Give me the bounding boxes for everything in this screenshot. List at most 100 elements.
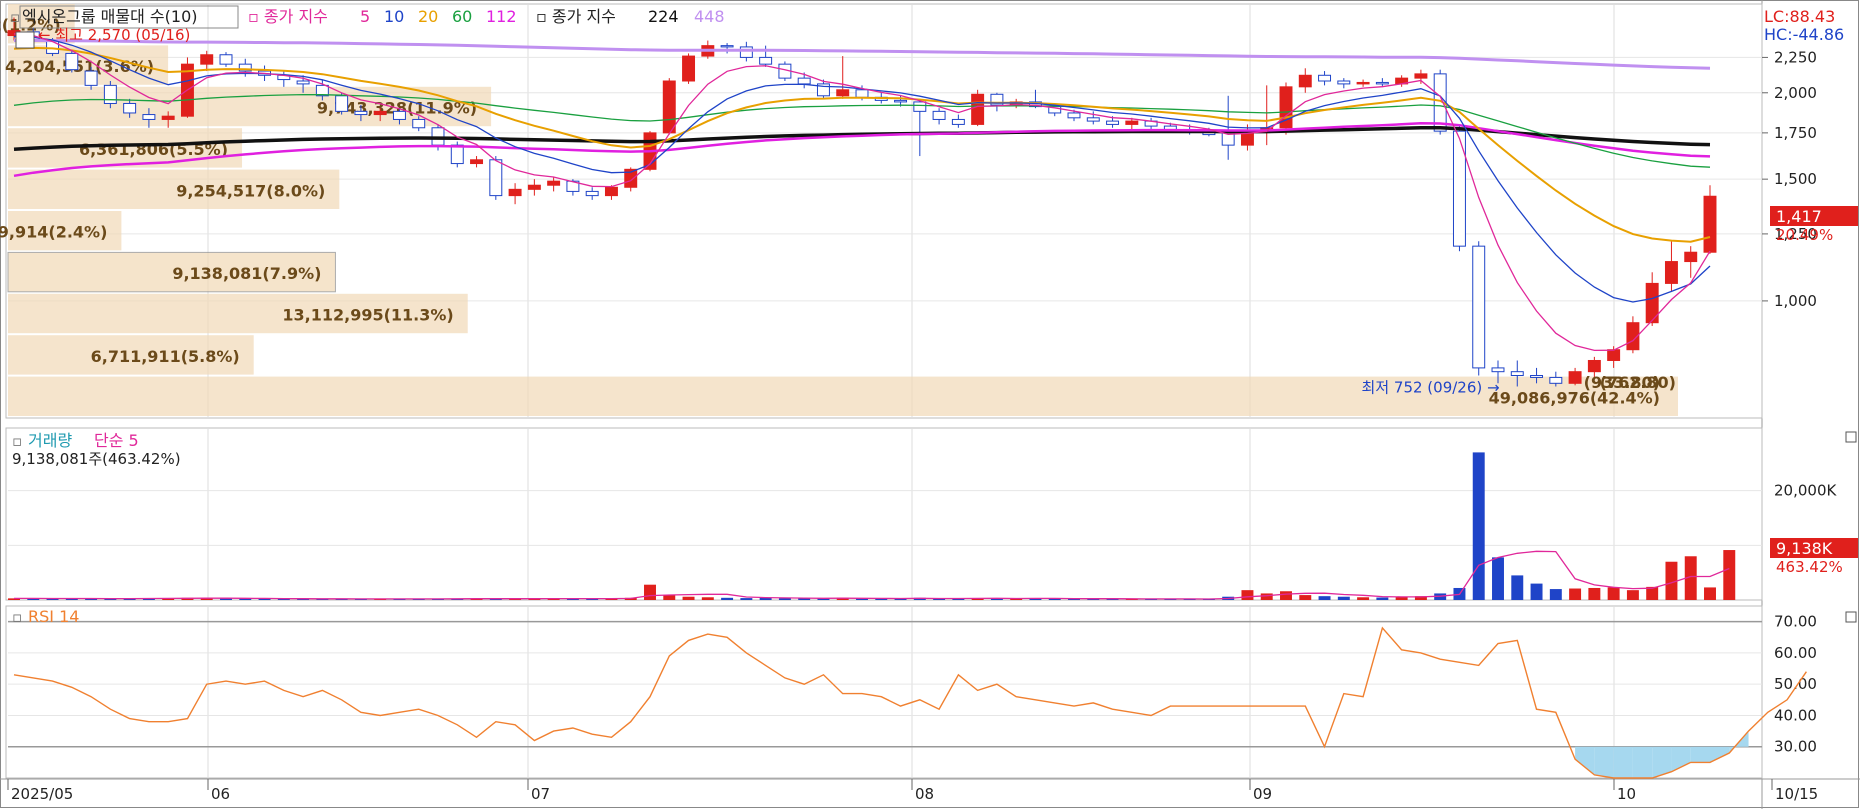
rsi-oversold-fill [1613, 746, 1633, 778]
volume-value: 9,138,081주(463.42%) [12, 450, 181, 468]
candle-body [1510, 371, 1524, 377]
candle-body [200, 54, 214, 65]
rsi-tick-label: 50.00 [1774, 675, 1817, 693]
candle-body [1298, 74, 1312, 88]
rsi-box-icon: ▫ [12, 608, 22, 626]
volume-profile-label: 13,112,995(11.3%) [282, 306, 453, 325]
candle-body [739, 46, 753, 58]
volume-bar [1588, 587, 1601, 600]
candle-body [489, 159, 503, 197]
volume-bar [1511, 575, 1524, 600]
rsi-oversold-fill [1632, 746, 1653, 778]
price-tick-label: 1,750 [1774, 124, 1817, 142]
x-tick-label: 07 [531, 785, 550, 803]
candle-body [508, 188, 522, 197]
candle-body [836, 89, 850, 97]
candle-body [1318, 74, 1332, 82]
x-tick-label: 10/15 [1775, 785, 1818, 803]
candle-body [1664, 261, 1678, 284]
hc-label: HC:-44.86 [1764, 25, 1844, 44]
current-pct: 20.49% [1776, 226, 1833, 244]
volume-bar [1723, 550, 1736, 600]
volume-pct: 463.42% [1776, 558, 1843, 576]
candle-body [354, 110, 368, 116]
volume-bar [1280, 591, 1292, 600]
rsi-tick-label: 30.00 [1774, 738, 1817, 756]
candle-body [470, 159, 484, 165]
price-tick-label: 1,000 [1774, 292, 1817, 310]
volume-title: 거래량 [28, 431, 72, 450]
pane-frame-0 [5, 3, 1763, 419]
rsi-tick-label: 40.00 [1774, 706, 1817, 724]
candle-body [1684, 251, 1698, 263]
candle-body [412, 118, 426, 129]
candle-body [84, 70, 98, 86]
volume-bar [1376, 597, 1389, 600]
volume-bar [1626, 590, 1639, 600]
calendar-icon[interactable] [15, 31, 35, 49]
volume-bar [1704, 587, 1716, 600]
volume-bar [1492, 557, 1504, 600]
rsi-oversold-fill [1671, 746, 1691, 772]
chart-window: 2025/05 06 07 08 09 10 10/15 2,250 2,000 1,750 1,5… [0, 0, 1860, 809]
rsi-title: RSI 14 [28, 607, 79, 626]
candle-body [913, 101, 927, 112]
ma-448-line [14, 39, 1711, 70]
ma-caption-2: ▫ 종가 지수 [536, 7, 616, 26]
candle-body [450, 144, 464, 165]
candle-body [527, 184, 541, 190]
candle-body [759, 56, 773, 65]
volume-bar [1607, 587, 1620, 600]
candle-body [65, 52, 79, 71]
candle-body [1067, 112, 1081, 119]
x-tick-label: 08 [915, 785, 934, 803]
volume-bar [740, 598, 753, 600]
header-title: 엑시온그룹 매물대 수(10) [22, 7, 198, 26]
ma-period-label: 448 [694, 7, 725, 26]
candle-body [373, 110, 387, 116]
volume-bar [1569, 588, 1582, 600]
candle-body [1375, 81, 1389, 85]
volume-bar [663, 595, 676, 600]
candle-body [219, 54, 233, 65]
candle-body [123, 102, 137, 114]
volume-profile-label: 6,711,911(5.8%) [91, 347, 240, 366]
volume-bar [1318, 596, 1331, 600]
x-tick-label: 09 [1253, 785, 1272, 803]
candle-body [1472, 245, 1486, 369]
ma-period-label: 112 [486, 7, 517, 26]
rsi-pane-close-icon[interactable] [1845, 611, 1857, 623]
volume-bar [1260, 593, 1273, 600]
price-tick-label: 1,500 [1774, 170, 1817, 188]
volume-bar [1299, 595, 1312, 600]
candle-body [335, 95, 349, 112]
candle-body [1491, 367, 1505, 373]
ma-period-label: 5 [360, 7, 370, 26]
candle-body [1337, 80, 1351, 85]
candle-body [1549, 376, 1563, 384]
legend-box-icon: ▫ [10, 8, 20, 26]
candle-body [585, 190, 599, 197]
price-tick-label: 2,000 [1774, 84, 1817, 102]
candle-body [932, 110, 946, 120]
volume-tick-label: 20,000K [1774, 482, 1837, 500]
pane-close-icon[interactable] [1845, 431, 1857, 443]
current-price: 1,417 [1776, 207, 1822, 226]
rsi-line [13, 626, 1807, 779]
candle-body [296, 80, 310, 85]
candle-body [1106, 120, 1120, 125]
rsi-tick-label: 70.00 [1774, 613, 1817, 631]
chart-canvas[interactable]: 2025/05 06 07 08 09 10 10/15 2,250 2,000 1,750 1,5… [0, 0, 1860, 809]
rsi-oversold-fill [1690, 746, 1710, 763]
ma-caption: ▫ 종가 지수 [248, 7, 328, 26]
candle-body [547, 180, 561, 186]
candle-body [1452, 130, 1466, 247]
x-tick-label: 2025/05 [11, 785, 73, 803]
volume-bar [1472, 452, 1485, 600]
candle-body [1703, 195, 1717, 253]
volume-bar [778, 598, 791, 600]
candle-body [1086, 117, 1100, 122]
candle-body [1568, 371, 1582, 384]
candle-body [1125, 120, 1139, 125]
lc-label: LC:88.43 [1764, 7, 1835, 26]
